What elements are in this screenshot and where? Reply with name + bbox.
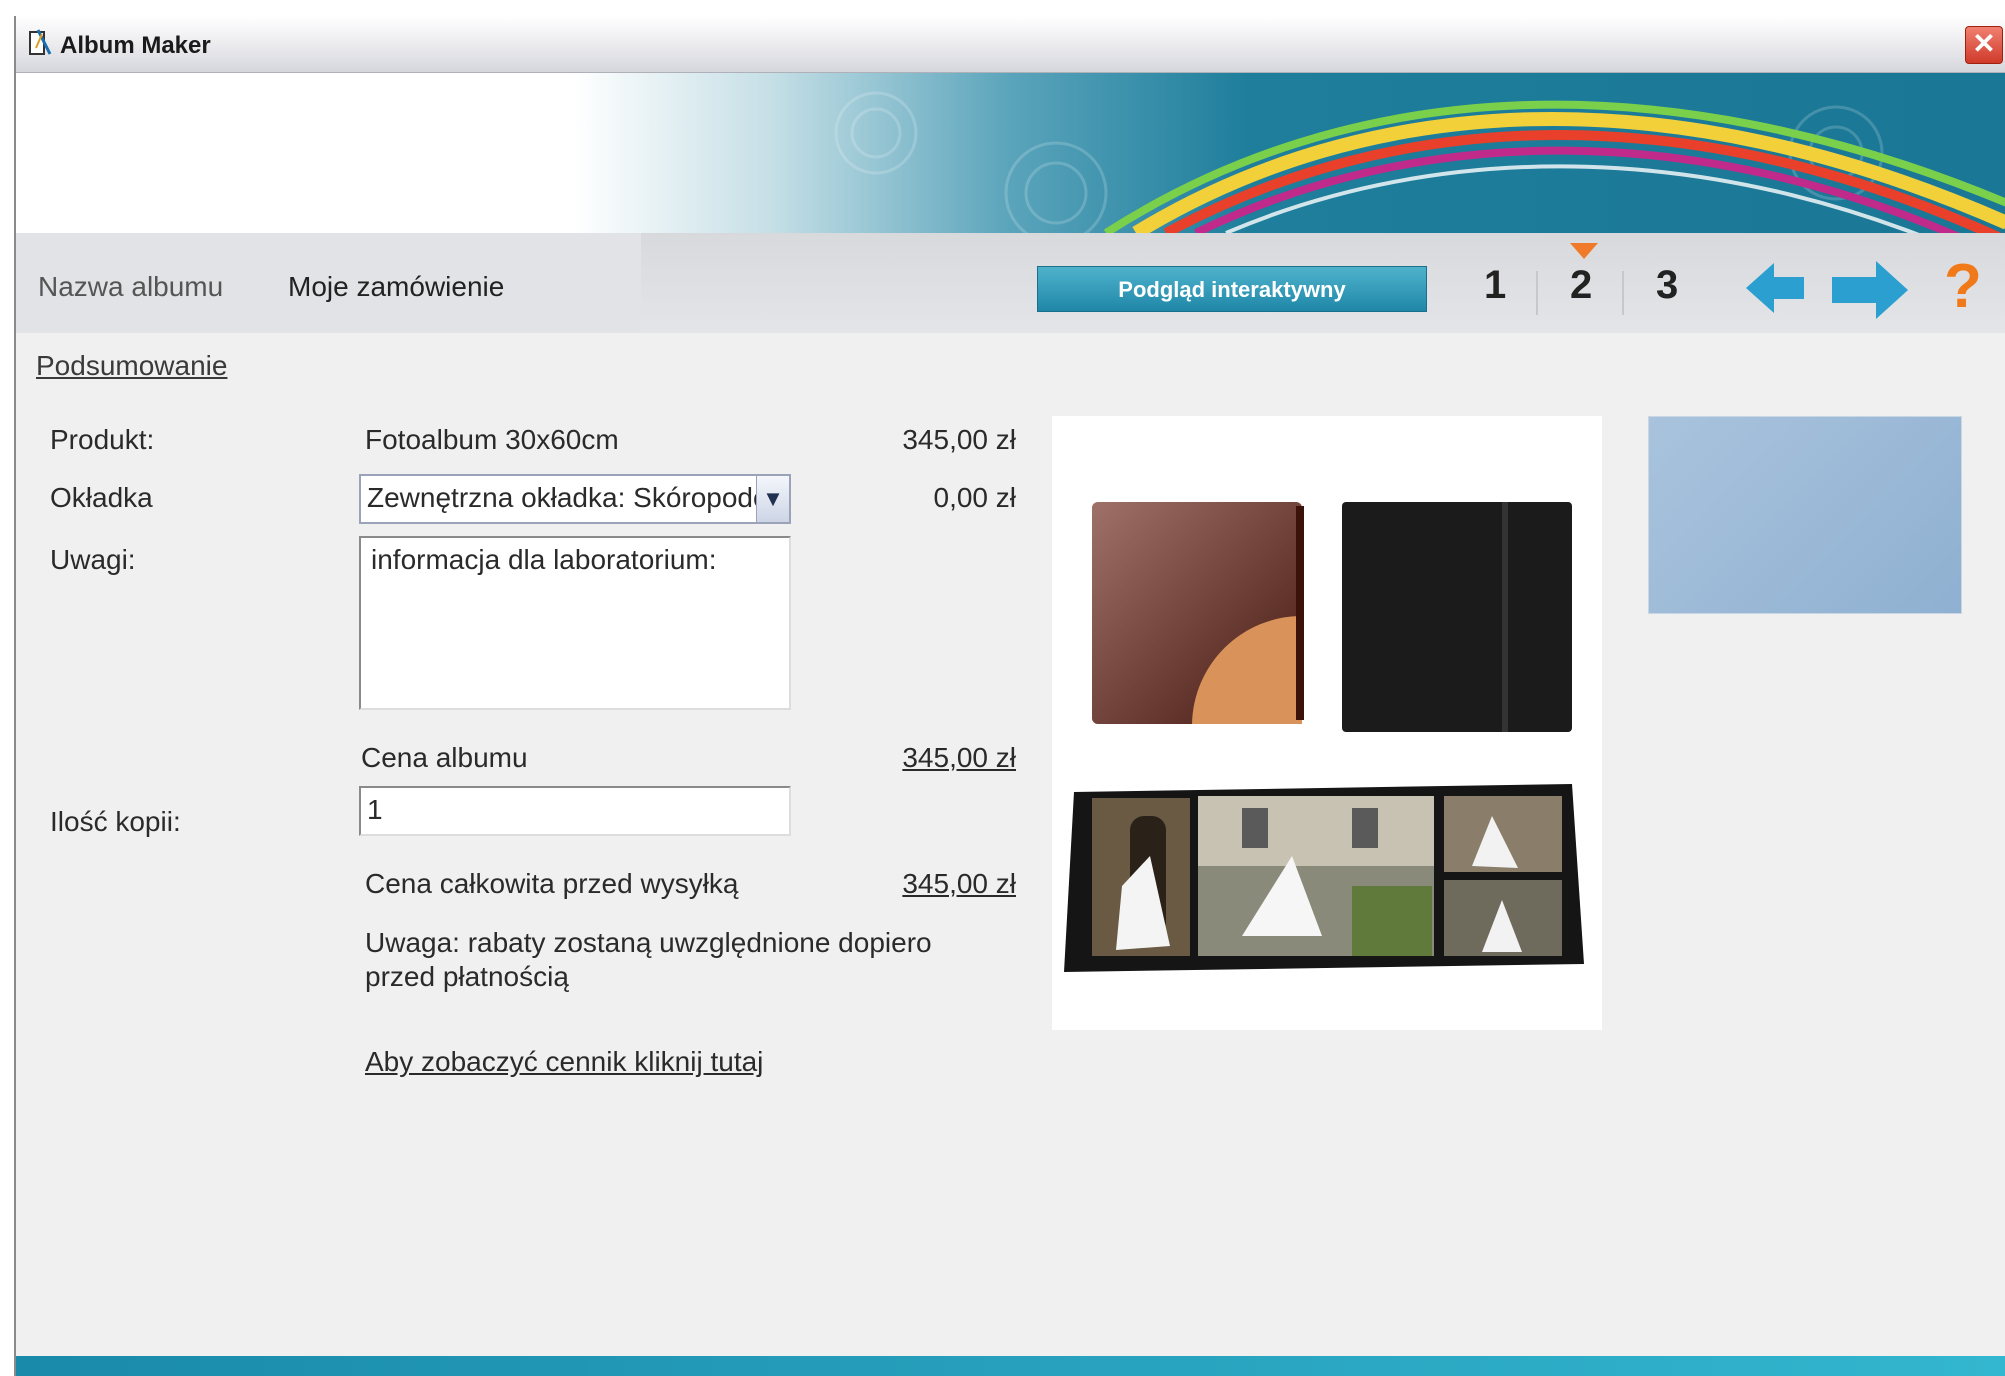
notes-label: Uwagi: [50,544,136,575]
step-1[interactable]: 1 [1484,263,1506,308]
close-button[interactable]: ✕ [1965,26,2003,64]
cover-select[interactable]: Zewnętrzna okładka: Skóropodobna ▼ [359,474,791,524]
copies-input[interactable]: 1 [359,786,791,836]
product-value: Fotoalbum 30x60cm [365,424,619,455]
header-banner [16,73,2005,233]
album-name-area: Nazwa albumu Moje zamówienie [16,233,641,333]
cover-color-swatch[interactable] [1648,416,1962,614]
price-list-link[interactable]: Aby zobaczyć cennik kliknij tutaj [365,1046,763,1078]
interactive-preview-button[interactable]: Podgląd interaktywny [1037,266,1427,312]
cover-price: 0,00 zł [933,482,1017,513]
app-icon [29,29,52,55]
close-icon: ✕ [1972,28,1996,59]
album-product-image [1064,502,1584,972]
cover-label: Okładka [50,482,153,513]
step-2[interactable]: 2 [1570,263,1592,308]
total-price-label: Cena całkowita przed wysyłką [365,868,739,899]
album-maker-window: Album Maker ✕ Nazwa albumu Moje zamówien… [14,16,2005,1376]
cover-select-value: Zewnętrzna okładka: Skóropodobna [367,482,791,513]
dropdown-arrow-icon[interactable]: ▼ [756,476,789,522]
help-icon[interactable]: ? [1944,251,1982,322]
banner-graphic [834,91,2005,233]
step-divider [1622,271,1624,315]
window-title: Album Maker [60,32,211,59]
notes-textarea[interactable]: informacja dla laboratorium: [359,536,791,710]
album-price: 345,00 zł [902,742,1016,773]
bottom-bar [16,1356,2005,1376]
step-3[interactable]: 3 [1656,263,1678,308]
discount-note: Uwaga: rabaty zostaną uwzględnione dopie… [365,926,1005,994]
discount-note-line-2: przed płatnością [365,961,569,992]
discount-note-line-1: Uwaga: rabaty zostaną uwzględnione dopie… [365,927,932,958]
total-price: 345,00 zł [902,868,1016,899]
product-label: Produkt: [50,424,155,455]
arrow-left-icon[interactable] [1744,259,1808,317]
album-price-label: Cena albumu [361,742,528,773]
toolbar: Nazwa albumu Moje zamówienie Podgląd int… [16,233,2005,333]
album-preview-panel [1052,416,1602,1030]
product-price: 345,00 zł [902,424,1016,455]
album-name-value[interactable]: Moje zamówienie [288,271,504,303]
title-bar[interactable]: Album Maker ✕ [16,16,2005,73]
copies-label: Ilość kopii: [50,806,181,837]
active-step-marker [1570,243,1598,259]
arrow-right-icon[interactable] [1830,259,1910,321]
step-divider [1536,271,1538,315]
album-name-label: Nazwa albumu [38,271,224,302]
summary-section-link[interactable]: Podsumowanie [36,350,227,382]
